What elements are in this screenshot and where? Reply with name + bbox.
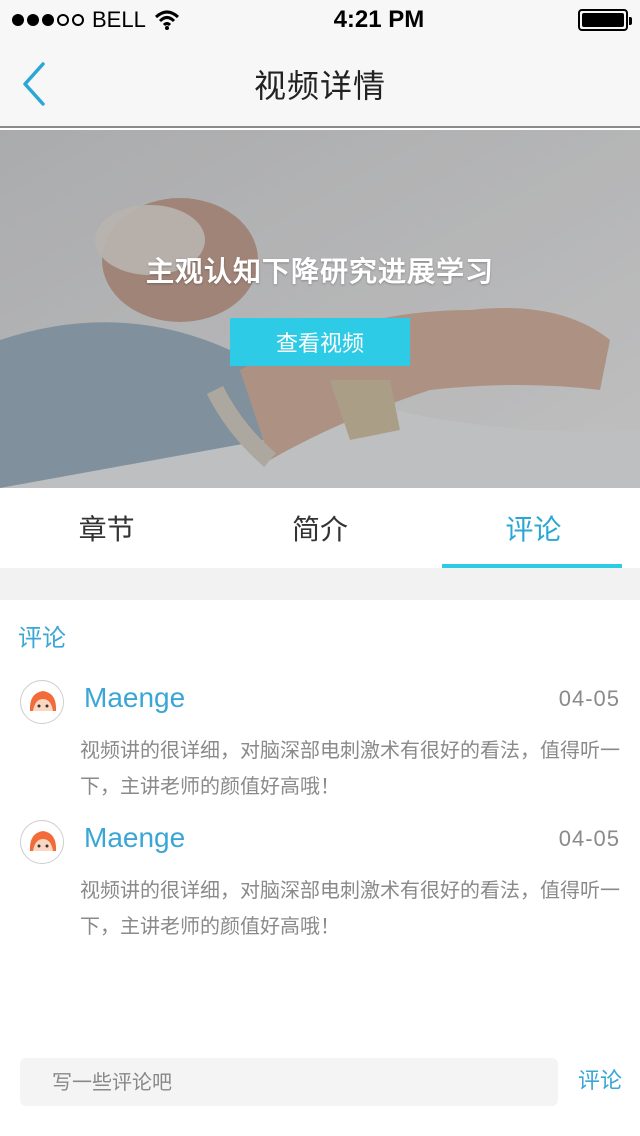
avatar[interactable]	[20, 680, 64, 724]
carrier-label: BELL	[92, 7, 146, 32]
wifi-icon	[154, 10, 179, 30]
page-title: 视频详情	[253, 67, 386, 105]
status-bar: BELL 4:21 PM	[0, 0, 640, 40]
tab-comments[interactable]: 评论	[427, 488, 640, 568]
tab-bar: 章节 简介 评论	[0, 488, 640, 568]
signal-dots-icon	[12, 14, 84, 26]
comment-text: 视频讲的很详细，对脑深部电刺激术有很好的看法，值得听一下，主讲老师的颜值好高哦！	[80, 738, 620, 798]
tab-intro[interactable]: 简介	[213, 488, 426, 568]
submit-comment-button[interactable]: 评论	[572, 1058, 628, 1106]
comment-author[interactable]: Maenge	[84, 822, 185, 854]
avatar-icon	[22, 682, 63, 723]
comments-section-title: 评论	[18, 624, 66, 652]
nav-bar: 视频详情	[0, 40, 640, 128]
hero-title: 主观认知下降研究进展学习	[145, 255, 494, 288]
comment-date: 04-05	[558, 686, 620, 711]
status-left: BELL	[12, 7, 180, 33]
status-time: 4:21 PM	[333, 6, 425, 33]
comment-author[interactable]: Maenge	[84, 682, 185, 714]
tab-chapters[interactable]: 章节	[0, 488, 213, 568]
avatar[interactable]	[20, 820, 64, 864]
comment-text: 视频讲的很详细，对脑深部电刺激术有很好的看法，值得听一下，主讲老师的颜值好高哦！	[80, 878, 620, 938]
battery-icon	[578, 9, 632, 31]
video-hero: 主观认知下降研究进展学习 查看视频	[0, 130, 640, 488]
comment-date: 04-05	[558, 826, 620, 851]
section-divider	[0, 568, 640, 600]
comment-input[interactable]: 写一些评论吧	[20, 1058, 558, 1106]
view-video-button[interactable]: 查看视频	[230, 318, 410, 366]
hero-overlay	[0, 130, 640, 488]
avatar-icon	[22, 822, 63, 863]
